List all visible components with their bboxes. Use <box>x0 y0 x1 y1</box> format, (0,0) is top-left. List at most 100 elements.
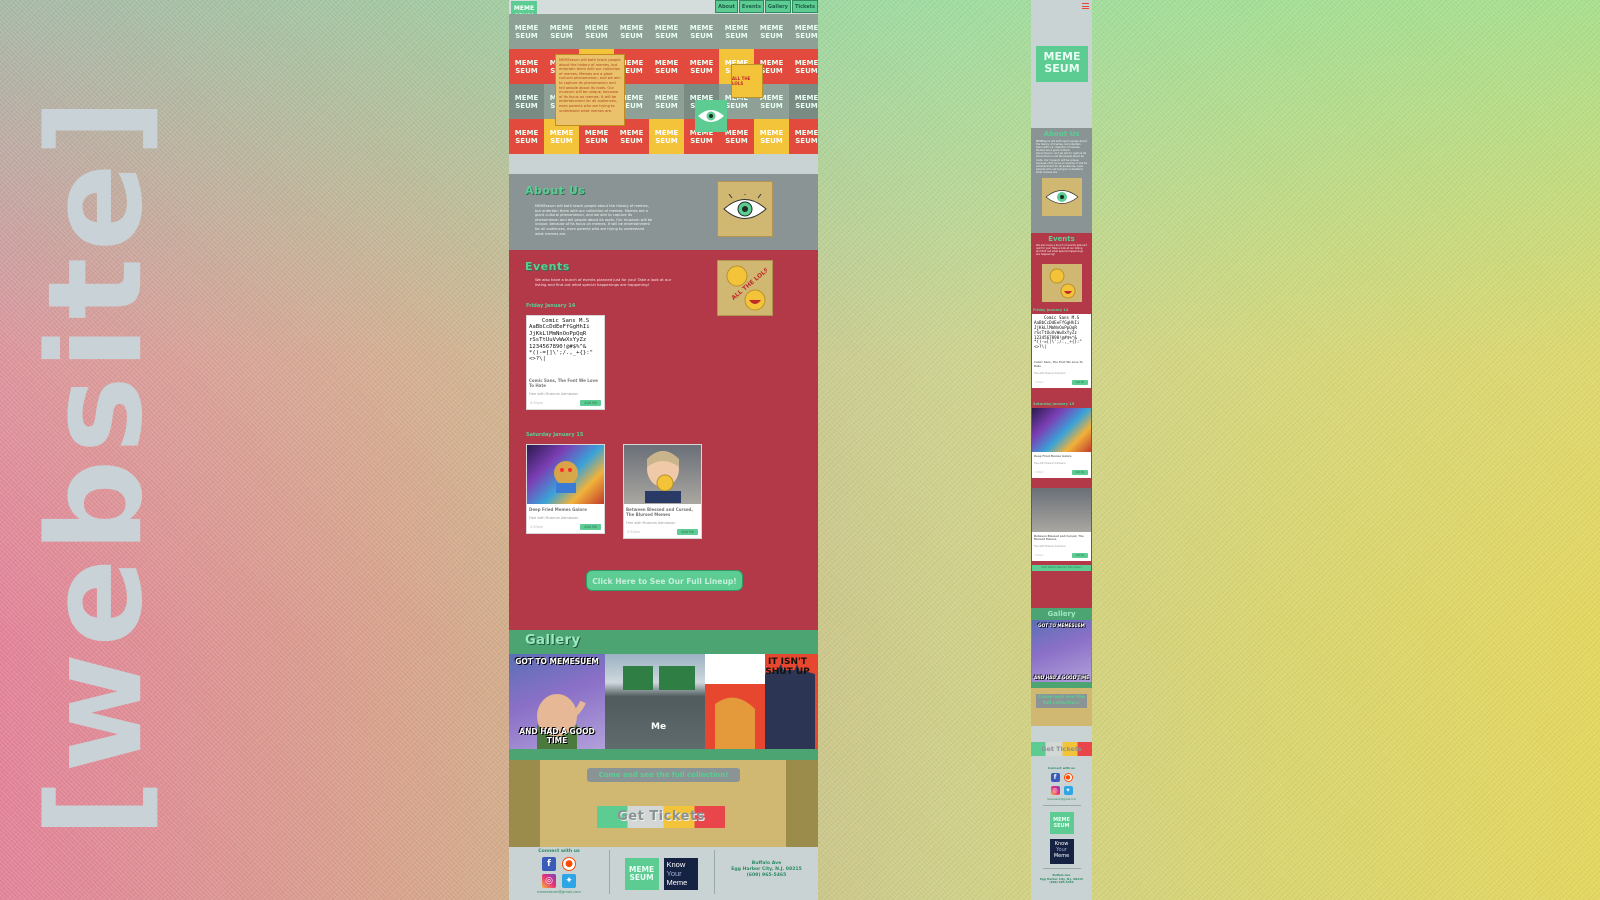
mobile-mockup: MEME SEUM About Us MEMEseum will both te… <box>1031 0 1092 900</box>
mobile-footer-divider <box>1042 868 1081 869</box>
mobile-gallery-title: Gallery <box>1047 610 1076 618</box>
mobile-footer: Connect with us f ● ◎ ✦ memeseum@gmail.c… <box>1031 758 1092 900</box>
mobile-add-event-button[interactable]: Add Me <box>1071 553 1088 559</box>
mobile-day-label: Friday January 14 <box>1033 308 1069 313</box>
kym-line: Know <box>666 859 686 869</box>
mobile-about-title: About Us <box>1043 130 1080 138</box>
hero-logo-pattern: MEME SEUM MEME SEUM MEME SEUM MEME SEUM … <box>509 14 818 154</box>
event-card[interactable]: Deep Fried Memes Galore Free with Museum… <box>526 444 605 534</box>
gallery-image-success-kid[interactable]: GOT TO MEMESUEM AND HAD A GOOD TIME <box>509 654 605 749</box>
instagram-icon[interactable]: ◎ <box>1050 786 1060 795</box>
mobile-get-tickets-button[interactable]: Get Tickets <box>1031 742 1092 756</box>
mobile-event-card-title: Between Blessed and Cursed, The Blursed … <box>1034 534 1084 542</box>
vertical-title: [website] <box>19 91 171 839</box>
footer-divider <box>609 850 610 894</box>
pattern-tile: MEME SEUM <box>544 14 579 49</box>
road-sign <box>659 666 695 690</box>
contact-email[interactable]: memeseum@gmail.com <box>509 890 609 894</box>
lol-badge: ALL THE LOLS <box>717 260 773 316</box>
mobile-event-card[interactable]: Between Blessed and Cursed, The Blursed … <box>1032 487 1091 562</box>
mobile-kym-logo[interactable]: Know Your Meme <box>1049 839 1074 864</box>
mobile-events-section: Events We also have a bunch of events pl… <box>1031 233 1092 608</box>
about-text: MEMEseum will both teach people about th… <box>535 204 653 236</box>
pattern-tile: MEME SEUM <box>649 49 684 84</box>
blursed-meme-photo <box>644 450 681 503</box>
event-card-footer: 5:30pm Add Me <box>624 525 701 538</box>
mobile-collection-button[interactable]: Come and see the full collection! <box>1036 694 1087 708</box>
twitter-icon[interactable]: ✦ <box>562 874 576 888</box>
event-card-footer: 4:30pm Add Me <box>527 396 604 409</box>
event-card-title: Between Blessed and Cursed, The Blursed … <box>626 507 693 517</box>
add-event-button[interactable]: Add Me <box>677 529 698 535</box>
events-section: Events We also have a bunch of events pl… <box>509 250 818 630</box>
mobile-lineup-button[interactable]: Click Here to See Our Full Lineup! <box>1032 565 1091 572</box>
facebook-icon[interactable]: f <box>542 857 556 871</box>
mobile-event-card-time: 2:30pm <box>1035 470 1044 474</box>
instagram-icon[interactable]: ◎ <box>542 874 556 888</box>
gallery-image-exit-ramp[interactable]: Me <box>605 654 705 749</box>
mobile-day-label: Saturday January 15 <box>1033 401 1075 406</box>
eye-icon-tile <box>695 100 727 132</box>
mobile-event-card-footer: 4:30pm Add Me <box>1032 376 1091 388</box>
facebook-icon[interactable]: f <box>1050 773 1060 782</box>
pattern-row: MEME SEUM MEME SEUM MEME SEUM MEME SEUM … <box>509 14 818 49</box>
mobile-gallery-image[interactable]: GOT TO MEMESUEM AND HAD A GOOD TIME <box>1032 620 1091 682</box>
mobile-contact-email[interactable]: memeseum@gmail.com <box>1031 798 1092 801</box>
gallery-image-batman-slap[interactable]: IT ISN'T SHUT UP <box>705 654 818 749</box>
social-icons-row: f ● <box>509 857 609 871</box>
reddit-icon[interactable]: ● <box>562 857 576 871</box>
pattern-tile: MEME SEUM <box>754 14 789 49</box>
get-tickets-button[interactable]: Get Tickets <box>597 806 725 828</box>
eye-badge <box>717 181 773 237</box>
events-text: We also have a bunch of events planned j… <box>535 277 672 287</box>
add-event-button[interactable]: Add Me <box>580 524 601 530</box>
meme-top-text: GOT TO MEMESUEM <box>1038 623 1085 628</box>
nav-about[interactable]: About <box>715 0 738 13</box>
pattern-tile: MEME SEUM <box>789 119 818 154</box>
mobile-events-text: We also have a bunch of events planned j… <box>1036 244 1087 257</box>
mobile-gallery-section: Gallery GOT TO MEMESUEM AND HAD A GOOD T… <box>1031 608 1092 688</box>
nav-bar: About Events Gallery Tickets <box>714 0 818 13</box>
events-title: Events <box>525 260 570 273</box>
eye-icon <box>698 110 724 122</box>
mobile-address: Buffalo Ave Egg Harbor City, N.J. 08215 … <box>1031 873 1092 885</box>
mobile-event-card[interactable]: Comic Sans M.S AaBbCcDdEeFfGgHhIi JjKkLl… <box>1032 314 1091 388</box>
mobile-add-event-button[interactable]: Add Me <box>1071 469 1088 475</box>
phone-number: (609) 965-5465 <box>1049 880 1074 885</box>
pattern-tile: MEME SEUM <box>509 14 544 49</box>
mobile-logo: MEME SEUM <box>1036 46 1088 82</box>
mobile-event-card-footer: 5:30pm Add Me <box>1032 549 1091 561</box>
nav-tickets[interactable]: Tickets <box>791 0 818 13</box>
desktop-mockup: MEME SEUM About Events Gallery Tickets M… <box>509 0 818 900</box>
footer: Connect with us f ● ◎ ✦ memeseum@gmail.c… <box>509 847 818 900</box>
hamburger-menu-icon[interactable] <box>1082 3 1089 11</box>
mobile-footer-logo: MEME SEUM <box>1049 812 1074 834</box>
event-card[interactable]: Between Blessed and Cursed, The Blursed … <box>623 444 702 539</box>
mobile-event-card-time: 4:30pm <box>1035 380 1044 384</box>
font-sample: Comic Sans M.S AaBbCcDdEeFfGgHhIi JjKkLl… <box>527 316 604 375</box>
font-sample-line: *()-=[]\';/.,_+{}:"<>?\| <box>1034 339 1082 350</box>
event-card[interactable]: Comic Sans M.S AaBbCcDdEeFfGgHhIi JjKkLl… <box>526 315 605 410</box>
pattern-tile: MEME SEUM <box>509 119 544 154</box>
pattern-tile: MEME SEUM <box>684 49 719 84</box>
event-card-image: Comic Sans M.S AaBbCcDdEeFfGgHhIi JjKkLl… <box>527 316 604 375</box>
event-card-title: Deep Fried Memes Galore <box>529 507 587 512</box>
meme-top-text: GOT TO MEMESUEM <box>515 657 599 666</box>
mobile-add-event-button[interactable]: Add Me <box>1071 379 1088 385</box>
mobile-event-card-image <box>1032 487 1091 532</box>
know-your-meme-logo[interactable]: Know Your Meme <box>663 857 698 890</box>
mobile-event-card[interactable]: Deep Fried Memes Galore Free with Museum… <box>1032 407 1091 478</box>
twitter-icon[interactable]: ✦ <box>1063 786 1073 795</box>
mobile-connect-label: Connect with us <box>1047 766 1076 770</box>
reddit-icon[interactable]: ● <box>1063 773 1073 782</box>
spacer <box>509 154 818 174</box>
add-event-button[interactable]: Add Me <box>580 400 601 406</box>
kym-line: Your <box>666 868 682 878</box>
full-collection-button[interactable]: Come and see the full collection! <box>587 768 740 782</box>
meme-caption: Me <box>651 722 667 732</box>
nav-events[interactable]: Events <box>738 0 764 13</box>
event-card-image <box>624 445 701 504</box>
day-label: Saturday January 15 <box>526 432 584 438</box>
nav-gallery[interactable]: Gallery <box>764 0 791 13</box>
full-lineup-button[interactable]: Click Here to See Our Full Lineup! <box>586 570 743 591</box>
